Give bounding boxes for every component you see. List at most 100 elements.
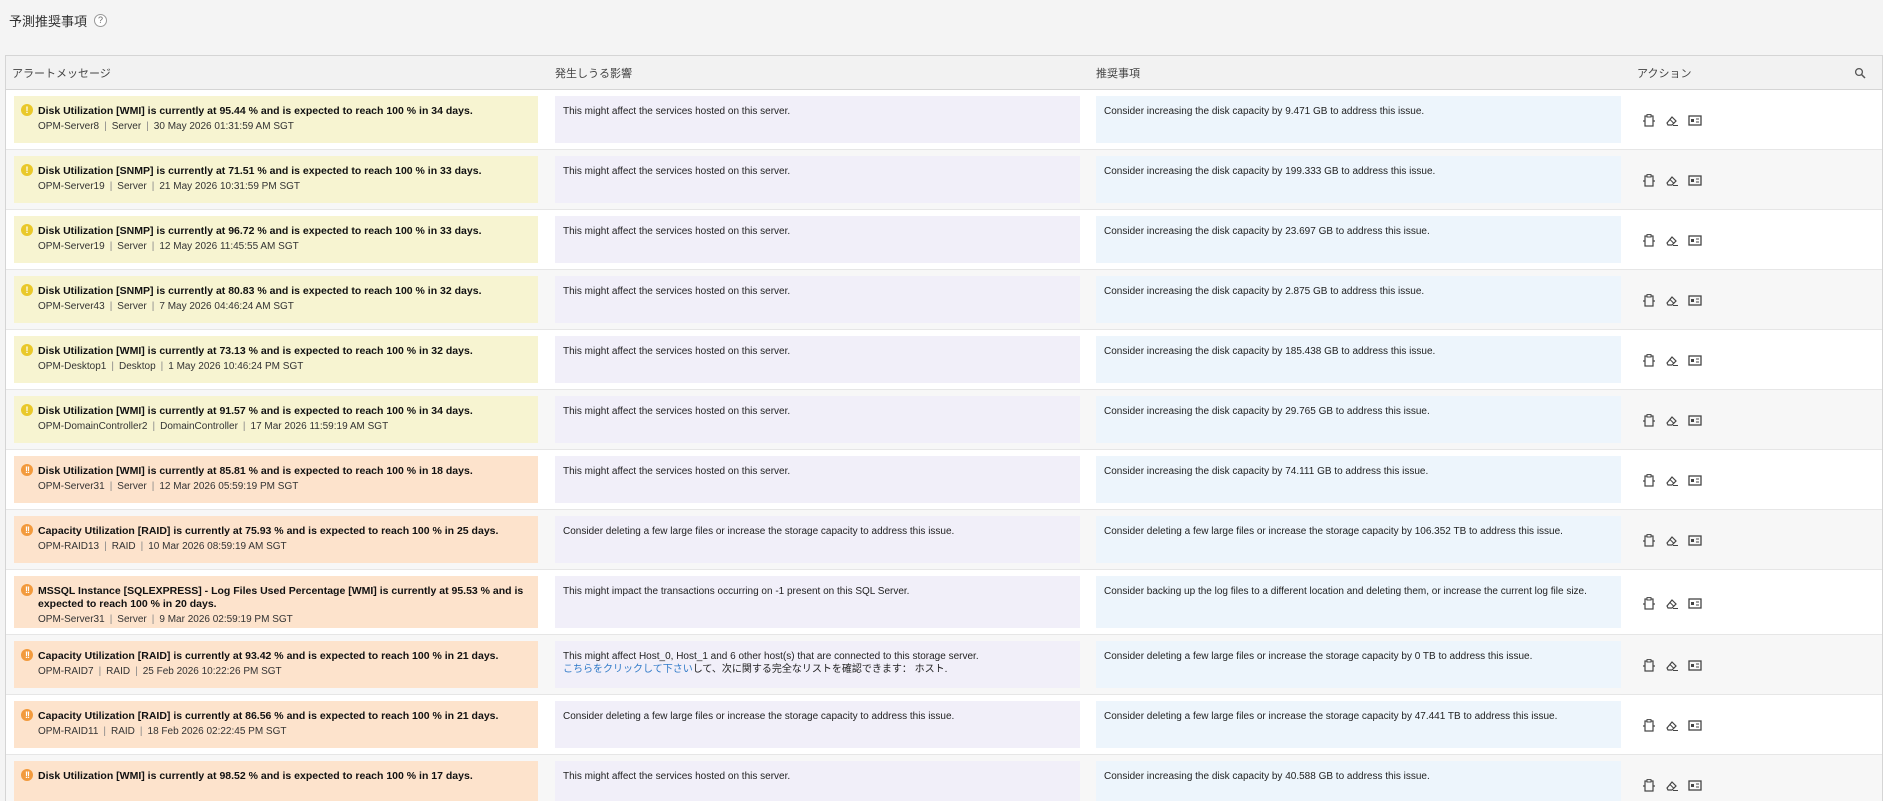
alert-message-cell[interactable]: !! Capacity Utilization [RAID] is curren…: [14, 701, 538, 748]
recommendation-cell: Consider increasing the disk capacity by…: [1096, 456, 1621, 503]
meta-separator: |: [160, 361, 164, 372]
clipboard-icon[interactable]: [1640, 778, 1657, 793]
meta-separator: |: [151, 241, 155, 252]
device-snapshot-icon[interactable]: [1686, 233, 1703, 248]
device-name[interactable]: OPM-Server31: [38, 481, 105, 492]
eraser-icon[interactable]: [1663, 658, 1680, 673]
impact-cell: This might affect the services hosted on…: [555, 156, 1080, 203]
meta-separator: |: [104, 121, 107, 132]
meta-separator: |: [109, 614, 113, 625]
device-snapshot-icon[interactable]: [1686, 293, 1703, 308]
device-name[interactable]: OPM-Server43: [38, 301, 105, 312]
severity-icon: !: [21, 284, 33, 296]
device-snapshot-icon[interactable]: [1686, 596, 1703, 611]
device-snapshot-icon[interactable]: [1686, 413, 1703, 428]
clipboard-icon[interactable]: [1640, 173, 1657, 188]
eraser-icon[interactable]: [1663, 353, 1680, 368]
eraser-icon[interactable]: [1663, 413, 1680, 428]
alert-message-cell[interactable]: ! Disk Utilization [SNMP] is currently a…: [14, 156, 538, 203]
device-snapshot-icon[interactable]: [1686, 778, 1703, 793]
recommendation-text: Consider increasing the disk capacity by…: [1104, 226, 1430, 237]
alert-title: Capacity Utilization [RAID] is currently…: [38, 650, 499, 662]
device-snapshot-icon[interactable]: [1686, 113, 1703, 128]
device-snapshot-icon[interactable]: [1686, 353, 1703, 368]
alert-message-cell[interactable]: !! Capacity Utilization [RAID] is curren…: [14, 641, 538, 688]
clipboard-icon[interactable]: [1640, 413, 1657, 428]
column-header-impact[interactable]: 発生しうる影響: [555, 56, 632, 90]
table-body: ! Disk Utilization [WMI] is currently at…: [6, 90, 1882, 801]
impact-text: This might affect the services hosted on…: [563, 226, 791, 237]
recommendation-text: Consider deleting a few large files or i…: [1104, 711, 1558, 722]
clipboard-icon[interactable]: [1640, 718, 1657, 733]
clipboard-icon[interactable]: [1640, 473, 1657, 488]
meta-separator: |: [152, 421, 156, 432]
eraser-icon[interactable]: [1663, 718, 1680, 733]
device-type: RAID: [111, 726, 135, 737]
alert-meta: OPM-RAID11 | RAID | 18 Feb 2026 02:22:45 PM …: [38, 725, 530, 738]
device-snapshot-icon[interactable]: [1686, 533, 1703, 548]
alert-title: Capacity Utilization [RAID] is currently…: [38, 710, 499, 722]
device-name[interactable]: OPM-Server8: [38, 121, 99, 132]
alert-message-cell[interactable]: ! Disk Utilization [WMI] is currently at…: [14, 336, 538, 383]
alert-title: Disk Utilization [WMI] is currently at 8…: [38, 465, 473, 477]
clipboard-icon[interactable]: [1640, 113, 1657, 128]
clipboard-icon[interactable]: [1640, 596, 1657, 611]
device-name[interactable]: OPM-RAID13: [38, 541, 99, 552]
search-icon[interactable]: [1854, 67, 1866, 79]
impact-text: This might impact the transactions occur…: [563, 586, 910, 597]
alert-message-cell[interactable]: ! Disk Utilization [SNMP] is currently a…: [14, 216, 538, 263]
column-header-alert[interactable]: アラートメッセージ: [12, 56, 111, 90]
alert-title: Disk Utilization [WMI] is currently at 9…: [38, 770, 473, 782]
alert-title: Disk Utilization [SNMP] is currently at …: [38, 285, 482, 297]
eraser-icon[interactable]: [1663, 778, 1680, 793]
table-row: ! Disk Utilization [WMI] is currently at…: [6, 330, 1882, 390]
recommendation-text: Consider increasing the disk capacity by…: [1104, 346, 1436, 357]
alert-message-cell[interactable]: ! Disk Utilization [SNMP] is currently a…: [14, 276, 538, 323]
row-actions: [1640, 413, 1703, 428]
eraser-icon[interactable]: [1663, 293, 1680, 308]
row-actions: [1640, 596, 1703, 611]
table-header: アラートメッセージ 発生しうる影響 推奨事項 アクション: [6, 56, 1882, 90]
alert-message-cell[interactable]: !! MSSQL Instance [SQLEXPRESS] - Log Fil…: [14, 576, 538, 628]
clipboard-icon[interactable]: [1640, 293, 1657, 308]
column-header-recommendation[interactable]: 推奨事項: [1096, 56, 1140, 90]
eraser-icon[interactable]: [1663, 533, 1680, 548]
device-name[interactable]: OPM-Desktop1: [38, 361, 106, 372]
eraser-icon[interactable]: [1663, 596, 1680, 611]
alert-message-cell[interactable]: !! Disk Utilization [WMI] is currently a…: [14, 761, 538, 801]
clipboard-icon[interactable]: [1640, 533, 1657, 548]
eraser-icon[interactable]: [1663, 173, 1680, 188]
device-name[interactable]: OPM-Server19: [38, 241, 105, 252]
device-snapshot-icon[interactable]: [1686, 658, 1703, 673]
host-list-link[interactable]: こちらをクリックして下さい: [563, 664, 693, 675]
clipboard-icon[interactable]: [1640, 658, 1657, 673]
device-snapshot-icon[interactable]: [1686, 718, 1703, 733]
eraser-icon[interactable]: [1663, 473, 1680, 488]
table-row: !! MSSQL Instance [SQLEXPRESS] - Log Fil…: [6, 570, 1882, 635]
eraser-icon[interactable]: [1663, 113, 1680, 128]
column-header-action: アクション: [1637, 68, 1692, 80]
alert-message-cell[interactable]: !! Disk Utilization [WMI] is currently a…: [14, 456, 538, 503]
device-name[interactable]: OPM-RAID7: [38, 666, 94, 677]
eraser-icon[interactable]: [1663, 233, 1680, 248]
device-name[interactable]: OPM-Server19: [38, 181, 105, 192]
alert-message-cell[interactable]: ! Disk Utilization [WMI] is currently at…: [14, 96, 538, 143]
device-name[interactable]: OPM-RAID11: [38, 726, 98, 737]
meta-separator: |: [151, 181, 155, 192]
meta-separator: |: [109, 241, 113, 252]
device-snapshot-icon[interactable]: [1686, 473, 1703, 488]
clipboard-icon[interactable]: [1640, 353, 1657, 368]
device-name[interactable]: OPM-Server31: [38, 614, 105, 625]
impact-cell: This might affect the services hosted on…: [555, 761, 1080, 801]
help-icon[interactable]: ?: [94, 13, 108, 27]
recommendation-text: Consider increasing the disk capacity by…: [1104, 771, 1430, 782]
clipboard-icon[interactable]: [1640, 233, 1657, 248]
severity-icon: !!: [21, 464, 33, 476]
device-name[interactable]: OPM-DomainController2: [38, 421, 147, 432]
alert-message-cell[interactable]: !! Capacity Utilization [RAID] is curren…: [14, 516, 538, 563]
meta-separator: |: [135, 666, 138, 677]
device-snapshot-icon[interactable]: [1686, 173, 1703, 188]
alert-message-cell[interactable]: ! Disk Utilization [WMI] is currently at…: [14, 396, 538, 443]
severity-icon: !!: [21, 584, 33, 596]
meta-separator: |: [98, 666, 102, 677]
